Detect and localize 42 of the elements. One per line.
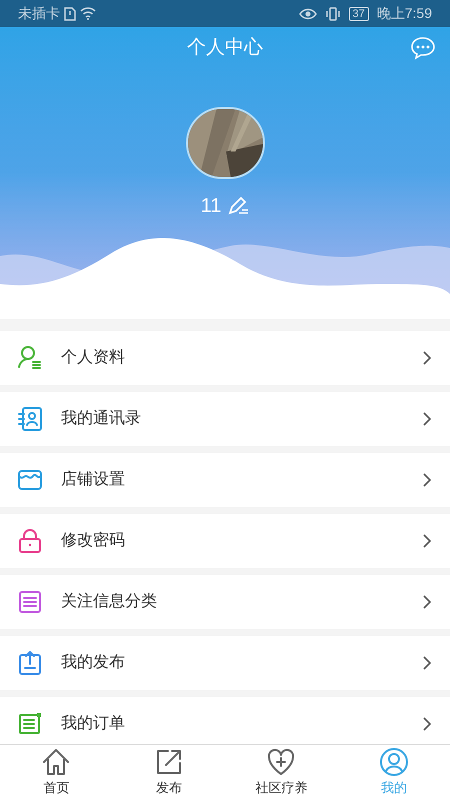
nav-label: 首页 — [43, 779, 70, 798]
sim-icon — [64, 6, 76, 20]
menu-label: 店铺设置 — [61, 470, 126, 490]
menu-label: 关注信息分类 — [61, 592, 158, 612]
chevron-right-icon — [422, 655, 432, 671]
menu-label: 个人资料 — [61, 348, 126, 368]
chevron-right-icon — [422, 350, 432, 366]
eye-icon — [298, 8, 316, 20]
wifi-icon — [80, 7, 96, 20]
menu-item[interactable]: 店铺设置 — [0, 453, 450, 507]
menu-item[interactable]: 个人资料 — [0, 331, 450, 385]
nav-label: 发布 — [156, 779, 182, 798]
clock-text: 晚上7:59 — [376, 4, 432, 23]
user-icon — [378, 747, 409, 778]
nav-tab[interactable]: 发布 — [112, 745, 225, 800]
menu-item[interactable]: 我的通讯录 — [0, 392, 450, 446]
page-title: 个人中心 — [187, 36, 263, 60]
edit-icon[interactable] — [227, 196, 250, 216]
chevron-right-icon — [422, 716, 432, 732]
vibrate-icon — [324, 6, 340, 20]
chat-icon[interactable] — [410, 36, 436, 60]
chevron-right-icon — [422, 594, 432, 610]
menu-label: 修改密码 — [61, 530, 126, 551]
battery-indicator: 37 — [348, 6, 369, 20]
menu-label: 我的发布 — [61, 652, 126, 673]
menu-label: 我的通讯录 — [61, 408, 142, 429]
heart-icon — [266, 747, 296, 778]
nav-tab[interactable]: 社区疗养 — [225, 745, 338, 800]
menu-label: 我的订单 — [61, 714, 126, 734]
menu-item[interactable]: 关注信息分类 — [0, 575, 450, 629]
menu-item[interactable]: 我的发布 — [0, 636, 450, 690]
home-icon — [41, 747, 72, 778]
chevron-right-icon — [422, 411, 432, 427]
nav-tab[interactable]: 首页 — [0, 745, 112, 800]
menu-item[interactable]: 我的订单 — [0, 697, 450, 744]
menu-item[interactable]: 修改密码 — [0, 514, 450, 568]
user-name: 11 — [200, 194, 222, 219]
chevron-right-icon — [422, 472, 432, 488]
carrier-text: 未插卡 — [18, 4, 60, 23]
chevron-right-icon — [422, 533, 432, 549]
nav-label: 社区疗养 — [255, 779, 308, 798]
nav-label: 我的 — [380, 779, 407, 798]
